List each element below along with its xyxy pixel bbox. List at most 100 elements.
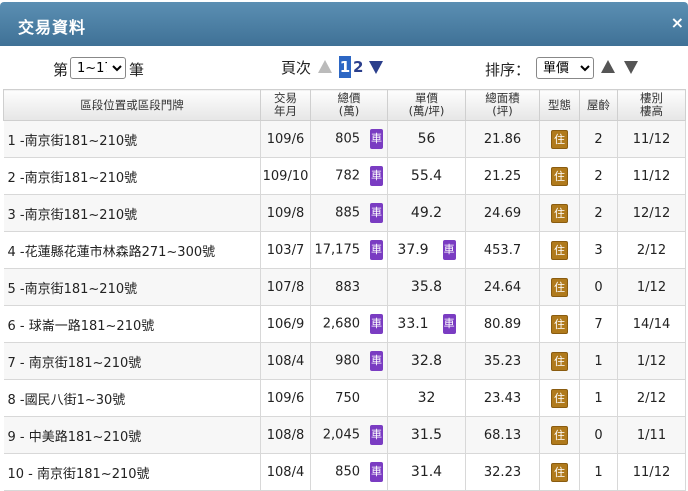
table-row[interactable]: 1 -南京街181~210號 109/6 805 車 56 21.86 住 2 11/12 [3, 120, 686, 158]
cell-unit-price: 32 [387, 379, 466, 417]
total-price-value: 885 [335, 205, 360, 221]
table-row[interactable]: 5 -南京街181~210號 107/8 883 35.8 24.64 住 0 1/12 [3, 268, 686, 306]
cell-age: 0 [579, 416, 618, 454]
cell-total-area: 23.43 [465, 379, 540, 417]
cell-total-area: 453.7 [465, 231, 540, 269]
cell-address: 8 -國民八街1~30號 [3, 379, 261, 417]
cell-type: 住 [539, 231, 580, 269]
total-price-value: 883 [335, 279, 360, 295]
parking-badge: 車 [370, 240, 383, 260]
table-row[interactable]: 10 - 南京街181~210號 108/4 850 車 31.4 32.23 住 1 11/1… [3, 453, 686, 491]
cell-total-price: 883 [310, 268, 388, 306]
next-page-icon[interactable] [369, 61, 383, 74]
cell-date: 109/6 [260, 379, 311, 417]
page-link-1[interactable]: 1 [339, 56, 351, 78]
cell-type: 住 [539, 379, 580, 417]
cell-date: 108/8 [260, 416, 311, 454]
cell-total-area: 21.86 [465, 120, 540, 158]
cell-type: 住 [539, 305, 580, 343]
cell-age: 1 [579, 342, 618, 380]
cell-address: 1 -南京街181~210號 [3, 120, 261, 158]
table-row[interactable]: 8 -國民八街1~30號 109/6 750 32 23.43 住 1 2/12 [3, 379, 686, 417]
cell-floor: 1/12 [617, 342, 686, 380]
total-price-value: 805 [335, 131, 360, 147]
cell-total-area: 32.23 [465, 453, 540, 491]
table-row[interactable]: 6 - 球崙一路181~210號 106/9 2,680 車 33.1 車 80.89 住 7 1… [3, 305, 686, 343]
cell-type: 住 [539, 157, 580, 195]
header-address[interactable]: 區段位置或區段門牌 [3, 89, 261, 121]
cell-floor: 11/12 [617, 120, 686, 158]
cell-total-area: 24.69 [465, 194, 540, 232]
total-price-value: 17,175 [314, 242, 361, 258]
table-row[interactable]: 9 - 中美路181~210號 108/8 2,045 車 31.5 68.13 住 0 1/1… [3, 416, 686, 454]
cell-address: 9 - 中美路181~210號 [3, 416, 261, 454]
table-row[interactable]: 4 -花蓮縣花蓮市林森路271~300號 103/7 17,175 車 37.9 車 453… [3, 231, 686, 269]
record-range-label-pre: 第 [53, 61, 69, 79]
cell-unit-price: 37.9 車 [387, 231, 466, 269]
record-range-select[interactable]: 1~17 [70, 57, 126, 79]
header-date[interactable]: 交易 年月 [260, 89, 311, 121]
cell-date: 108/4 [260, 453, 311, 491]
header-unit-price[interactable]: 單價 (萬/坪) [387, 89, 466, 121]
residence-badge: 住 [551, 240, 568, 260]
cell-age: 1 [579, 453, 618, 491]
header-type[interactable]: 型態 [539, 89, 580, 121]
cell-total-price: 750 [310, 379, 388, 417]
sort-label: 排序： [485, 61, 531, 79]
residence-badge: 住 [551, 351, 568, 371]
cell-total-area: 24.64 [465, 268, 540, 306]
parking-badge: 車 [442, 314, 456, 334]
total-price-value: 2,045 [322, 427, 360, 443]
cell-total-area: 21.25 [465, 157, 540, 195]
cell-total-price: 17,175 車 [310, 231, 388, 269]
cell-total-area: 68.13 [465, 416, 540, 454]
cell-total-area: 80.89 [465, 305, 540, 343]
cell-age: 2 [579, 120, 618, 158]
page-number-label: 頁次 [281, 59, 312, 77]
header-total-price[interactable]: 總價 (萬) [310, 89, 388, 121]
cell-floor: 11/12 [617, 157, 686, 195]
table-row[interactable]: 2 -南京街181~210號 109/10 782 車 55.4 21.25 住 2 11/12 [3, 157, 686, 195]
cell-date: 103/7 [260, 231, 311, 269]
unit-price-value: 35.8 [410, 279, 443, 295]
parking-badge: 車 [370, 166, 383, 186]
unit-price-value: 31.5 [410, 427, 443, 443]
cell-age: 3 [579, 231, 618, 269]
cell-floor: 14/14 [617, 305, 686, 343]
sort-select[interactable]: 單價 [536, 57, 594, 79]
sort-ascending-icon[interactable] [601, 60, 615, 73]
sort-descending-icon[interactable] [624, 61, 638, 74]
parking-badge: 車 [370, 425, 383, 445]
close-icon[interactable]: × [671, 13, 684, 32]
residence-badge: 住 [551, 425, 568, 445]
cell-total-price: 980 車 [310, 342, 388, 380]
table-row[interactable]: 7 - 南京街181~210號 108/4 980 車 32.8 35.23 住 1 1/12 [3, 342, 686, 380]
residence-badge: 住 [551, 277, 568, 297]
header-floor[interactable]: 樓別 樓高 [617, 89, 686, 121]
cell-age: 7 [579, 305, 618, 343]
header-total-area[interactable]: 總面積 (坪) [465, 89, 540, 121]
parking-badge: 車 [370, 129, 383, 149]
cell-total-price: 2,680 車 [310, 305, 388, 343]
table-body: 1 -南京街181~210號 109/6 805 車 56 21.86 住 2 11/12 2 -… [3, 120, 686, 491]
prev-page-icon[interactable] [318, 60, 332, 73]
parking-badge: 車 [370, 314, 383, 334]
cell-date: 109/10 [260, 157, 311, 195]
cell-age: 2 [579, 194, 618, 232]
parking-badge: 車 [370, 351, 383, 371]
cell-address: 5 -南京街181~210號 [3, 268, 261, 306]
unit-price-value: 49.2 [410, 205, 443, 221]
unit-price-value: 37.9 [397, 242, 429, 258]
cell-address: 7 - 南京街181~210號 [3, 342, 261, 380]
total-price-value: 750 [335, 390, 360, 406]
residence-badge: 住 [551, 203, 568, 223]
page-link-2[interactable]: 2 [353, 56, 363, 78]
cell-floor: 12/12 [617, 194, 686, 232]
cell-total-price: 805 車 [310, 120, 388, 158]
table-row[interactable]: 3 -南京街181~210號 109/8 885 車 49.2 24.69 住 2 12/12 [3, 194, 686, 232]
residence-badge: 住 [551, 129, 568, 149]
cell-floor: 1/11 [617, 416, 686, 454]
cell-type: 住 [539, 342, 580, 380]
unit-price-value: 31.4 [410, 464, 443, 480]
header-age[interactable]: 屋齡 [579, 89, 618, 121]
